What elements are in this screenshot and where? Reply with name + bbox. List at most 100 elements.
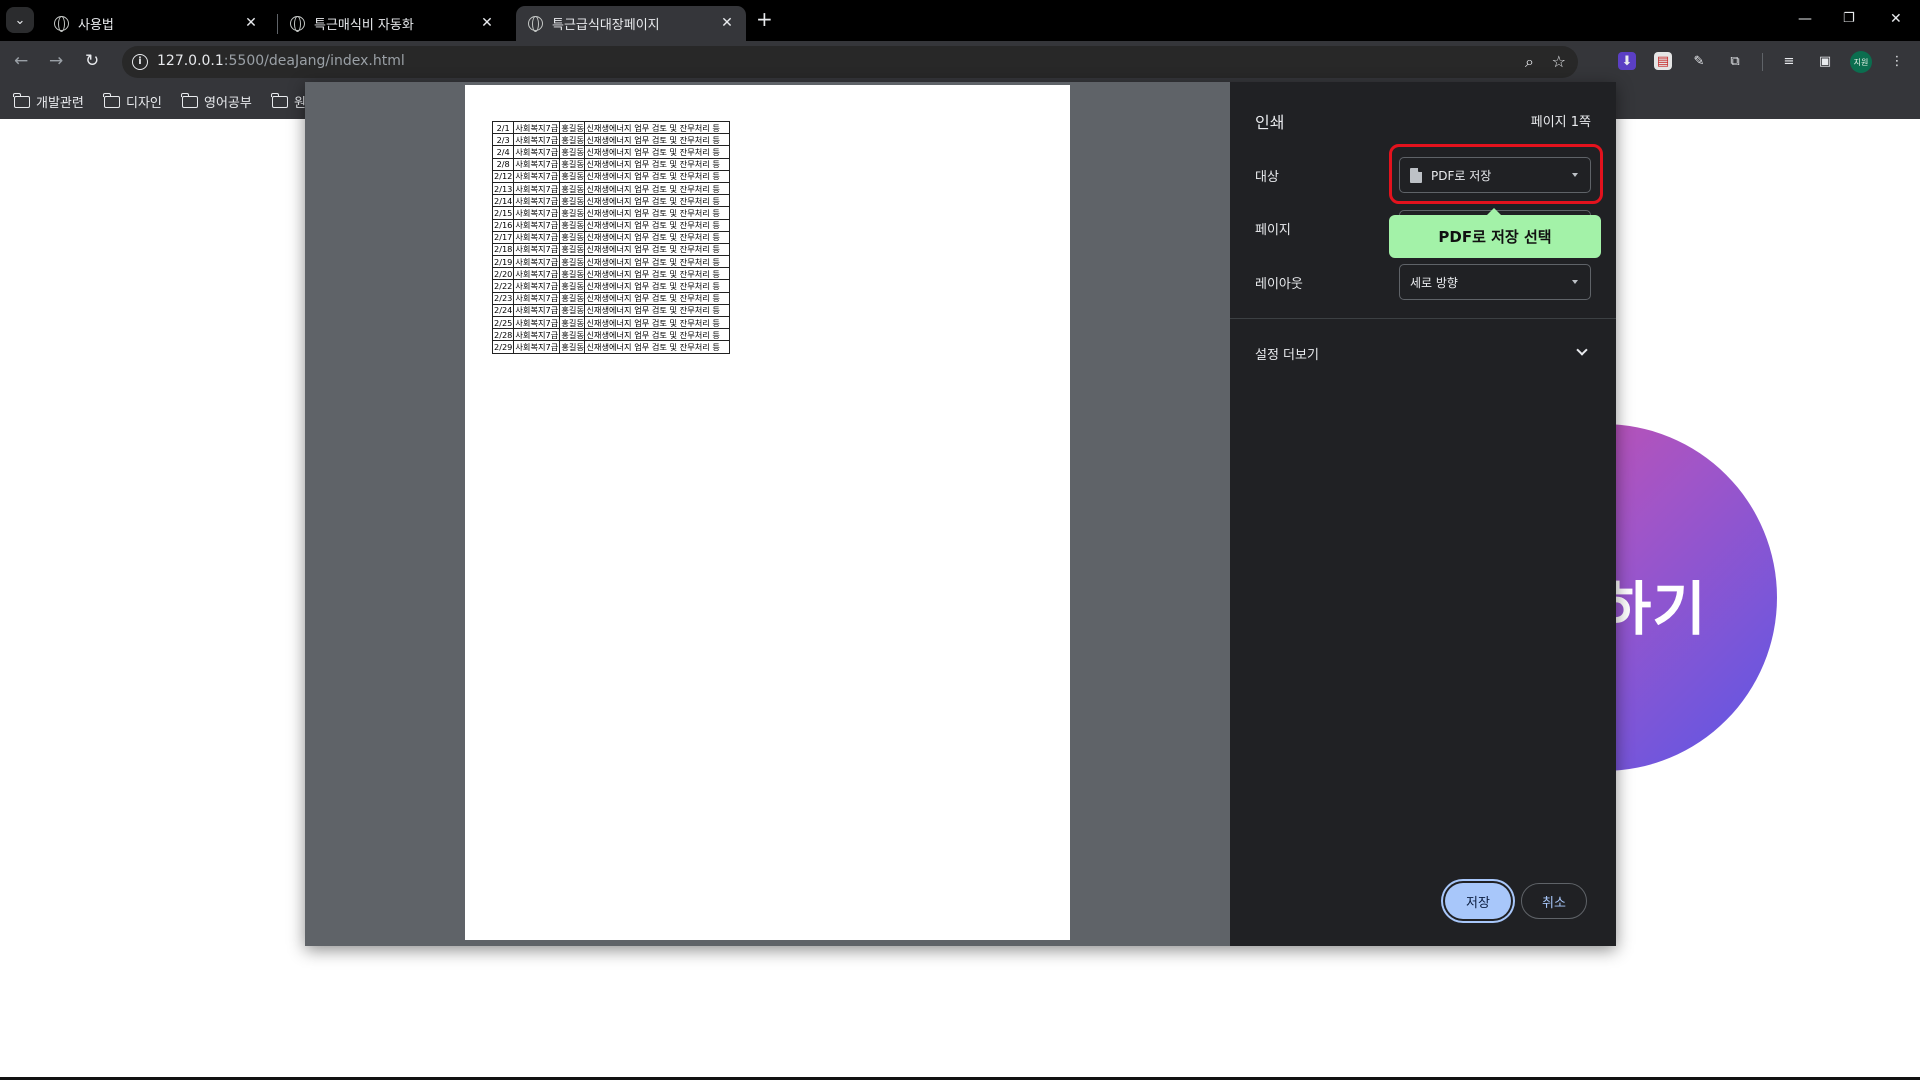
site-info-icon[interactable]: i	[132, 54, 148, 70]
tab-overtime-meal-automation[interactable]: 특근매식비 자동화 ✕	[278, 6, 506, 41]
row-position: 사회복지7급	[513, 145, 561, 159]
bookmark-folder-dev[interactable]: 개발관련	[13, 92, 84, 111]
window-close-icon[interactable]: ✕	[1890, 11, 1902, 27]
back-icon[interactable]: ←	[14, 51, 28, 71]
bookmark-label: 영어공부	[204, 96, 252, 111]
row-position: 사회복지7급	[513, 242, 561, 257]
forward-icon[interactable]: →	[49, 51, 63, 71]
row-name: 홍길동	[559, 120, 586, 135]
row-position: 사회복지7급	[513, 291, 561, 305]
row-task: 신재생에너지 업무 검토 및 잔무처리 등	[584, 145, 731, 159]
row-position: 사회복지7급	[513, 303, 561, 318]
bookmark-label: 디자인	[126, 96, 162, 111]
table-row: 2/12 사회복지7급 홍길동 신재생에너지 업무 검토 및 잔무처리 등	[491, 169, 731, 183]
row-position: 사회복지7급	[513, 133, 561, 147]
row-position: 사회복지7급	[513, 328, 561, 342]
tab-usage[interactable]: 사용법 ✕	[42, 6, 270, 41]
extension-download-icon[interactable]: ⬇	[1618, 52, 1636, 70]
bookmark-folder-design[interactable]: 디자인	[103, 92, 162, 111]
url-host: 127.0.0.1	[157, 53, 224, 69]
table-row: 2/24 사회복지7급 홍길동 신재생에너지 업무 검토 및 잔무처리 등	[491, 303, 731, 318]
row-name: 홍길동	[559, 181, 586, 196]
extension-eyedropper-icon[interactable]: ✎	[1690, 52, 1708, 70]
browser-toolbar: ← → ↻ i 127.0.0.1:5500/deaJang/index.htm…	[0, 41, 1920, 83]
close-icon[interactable]: ✕	[242, 14, 260, 32]
chevron-down-icon: ⌄	[14, 12, 26, 28]
url-path: :5500/deaJang/index.html	[223, 53, 405, 69]
tab-title: 특근급식대장페이지	[552, 18, 660, 33]
kebab-menu-icon[interactable]: ⋮	[1888, 52, 1906, 70]
close-icon[interactable]: ✕	[478, 14, 496, 32]
row-task: 신재생에너지 업무 검토 및 잔무처리 등	[584, 169, 731, 183]
row-name: 홍길동	[559, 157, 586, 171]
row-task: 신재생에너지 업무 검토 및 잔무처리 등	[584, 242, 731, 257]
row-date: 2/4	[491, 145, 515, 159]
bookmark-folder-english[interactable]: 영어공부	[181, 92, 252, 111]
bookmark-star-icon[interactable]: ☆	[1552, 52, 1566, 71]
new-tab-button[interactable]: +	[756, 9, 773, 29]
row-position: 사회복지7급	[513, 206, 561, 220]
destination-value: PDF로 저장	[1431, 168, 1492, 183]
table-row: 2/15 사회복지7급 홍길동 신재생에너지 업무 검토 및 잔무처리 등	[491, 206, 731, 220]
save-button[interactable]: 저장	[1445, 883, 1511, 919]
row-date: 2/13	[491, 181, 515, 196]
row-position: 사회복지7급	[513, 120, 561, 135]
restore-icon[interactable]: ❐	[1843, 11, 1855, 26]
cancel-button[interactable]: 취소	[1521, 883, 1587, 919]
callout-text: PDF로 저장 선택	[1438, 228, 1552, 246]
row-name: 홍길동	[559, 340, 586, 354]
row-date: 2/12	[491, 169, 515, 183]
table-row: 2/8 사회복지7급 홍길동 신재생에너지 업무 검토 및 잔무처리 등	[491, 157, 731, 171]
table-row: 2/22 사회복지7급 홍길동 신재생에너지 업무 검토 및 잔무처리 등	[491, 279, 731, 293]
tab-meal-ledger-page[interactable]: 특근급식대장페이지 ✕	[516, 6, 746, 41]
row-position: 사회복지7급	[513, 181, 561, 196]
row-name: 홍길동	[559, 315, 586, 330]
row-date: 2/14	[491, 194, 515, 208]
row-name: 홍길동	[559, 255, 586, 269]
extensions-puzzle-icon[interactable]: ⧉	[1726, 52, 1744, 70]
avatar[interactable]: 지원	[1850, 51, 1872, 73]
page-count: 페이지 1쪽	[1530, 115, 1591, 130]
globe-icon	[528, 16, 543, 32]
table-row: 2/23 사회복지7급 홍길동 신재생에너지 업무 검토 및 잔무처리 등	[491, 291, 731, 305]
globe-icon	[290, 16, 305, 32]
table-row: 2/29 사회복지7급 홍길동 신재생에너지 업무 검토 및 잔무처리 등	[491, 340, 731, 354]
table-row: 2/4 사회복지7급 홍길동 신재생에너지 업무 검토 및 잔무처리 등	[491, 145, 731, 159]
row-date: 2/29	[491, 340, 515, 354]
row-date: 2/8	[491, 157, 515, 171]
bookmark-folder-other[interactable]: 원	[271, 92, 306, 111]
zoom-icon[interactable]: ⌕	[1525, 52, 1534, 72]
side-panel-icon[interactable]: ▣	[1816, 52, 1834, 70]
folder-icon	[103, 92, 120, 108]
minimize-icon[interactable]: —	[1798, 11, 1812, 27]
row-position: 사회복지7급	[513, 230, 561, 244]
address-bar[interactable]: i 127.0.0.1:5500/deaJang/index.html ⌕ ☆	[122, 46, 1578, 78]
layout-select[interactable]: 세로 방향	[1399, 264, 1591, 300]
row-position: 사회복지7급	[513, 169, 561, 183]
row-date: 2/23	[491, 291, 515, 305]
extension-calendar-icon[interactable]: ▤	[1654, 52, 1672, 70]
row-name: 홍길동	[559, 242, 586, 257]
row-position: 사회복지7급	[513, 340, 561, 354]
table-row: 2/3 사회복지7급 홍길동 신재생에너지 업무 검토 및 잔무처리 등	[491, 133, 731, 147]
media-queue-icon[interactable]: ≡	[1780, 52, 1798, 70]
row-task: 신재생에너지 업무 검토 및 잔무처리 등	[584, 328, 731, 342]
row-name: 홍길동	[559, 206, 586, 220]
destination-select[interactable]: PDF로 저장	[1399, 157, 1591, 193]
bookmark-label: 개발관련	[36, 96, 84, 111]
more-settings-toggle[interactable]: 설정 더보기	[1255, 344, 1319, 363]
row-task: 신재생에너지 업무 검토 및 잔무처리 등	[584, 255, 731, 269]
chevron-down-icon[interactable]	[1576, 344, 1588, 356]
row-date: 2/25	[491, 315, 515, 330]
tab-search-button[interactable]: ⌄	[6, 7, 34, 33]
table-row: 2/14 사회복지7급 홍길동 신재생에너지 업무 검토 및 잔무처리 등	[491, 194, 731, 208]
row-name: 홍길동	[559, 194, 586, 208]
folder-icon	[181, 92, 198, 108]
row-position: 사회복지7급	[513, 255, 561, 269]
reload-icon[interactable]: ↻	[85, 51, 99, 71]
row-date: 2/16	[491, 218, 515, 232]
table-row: 2/17 사회복지7급 홍길동 신재생에너지 업무 검토 및 잔무처리 등	[491, 230, 731, 244]
close-icon[interactable]: ✕	[718, 14, 736, 32]
row-date: 2/17	[491, 230, 515, 244]
url-text[interactable]: 127.0.0.1:5500/deaJang/index.html	[157, 53, 405, 69]
